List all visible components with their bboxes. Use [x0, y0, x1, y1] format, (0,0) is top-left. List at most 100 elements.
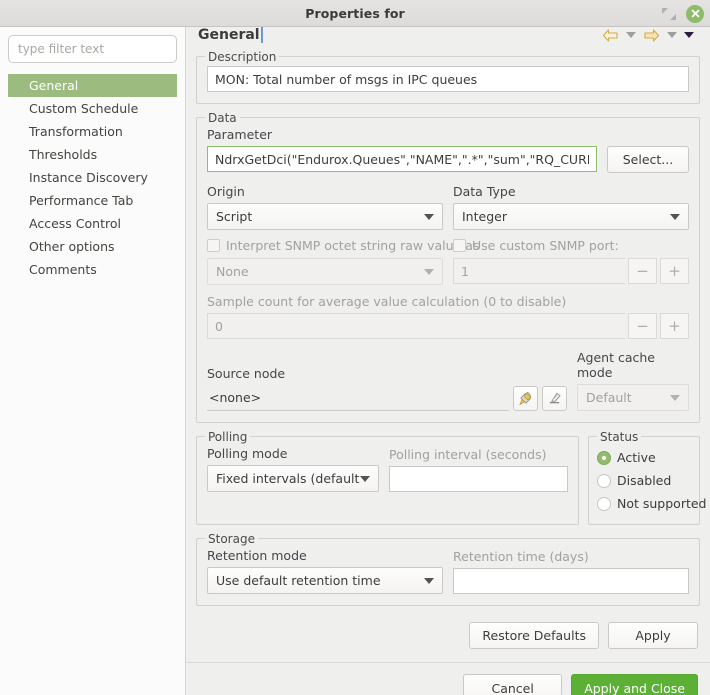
- back-arrow-icon[interactable]: [602, 28, 619, 43]
- status-group: Status Active Disabled Not supported: [588, 436, 700, 525]
- settings-tree: General Custom Schedule Transformation T…: [8, 74, 177, 281]
- origin-label: Origin: [207, 184, 443, 199]
- storage-group-title: Storage: [205, 532, 258, 546]
- pane-header: General: [196, 27, 700, 43]
- agent-cache-mode-label: Agent cache mode: [577, 350, 689, 380]
- cancel-button[interactable]: Cancel: [463, 674, 562, 695]
- snmp-port-checkbox-row[interactable]: Use custom SNMP port:: [453, 238, 689, 253]
- polling-mode-label: Polling mode: [207, 446, 379, 461]
- apply-button[interactable]: Apply: [608, 622, 698, 649]
- settings-sidebar: General Custom Schedule Transformation T…: [0, 27, 186, 695]
- close-icon[interactable]: [686, 5, 704, 23]
- snmp-port-input: [453, 258, 625, 284]
- data-type-select[interactable]: Integer: [453, 203, 689, 230]
- origin-select[interactable]: Script: [207, 203, 443, 230]
- filter-input[interactable]: [8, 35, 177, 63]
- retention-mode-value: Use default retention time: [216, 573, 424, 588]
- window-titlebar: Properties for: [0, 0, 710, 27]
- form-action-buttons: Restore Defaults Apply: [196, 622, 700, 649]
- minus-icon: −: [628, 258, 657, 284]
- data-type-label: Data Type: [453, 184, 689, 199]
- view-menu-chevron-down-icon[interactable]: [684, 32, 694, 38]
- sidebar-item-instance-discovery[interactable]: Instance Discovery: [8, 166, 177, 189]
- status-group-title: Status: [597, 430, 641, 444]
- status-option-not-supported[interactable]: Not supported: [597, 492, 693, 515]
- storage-group: Storage Retention mode Use default reten…: [196, 538, 700, 606]
- status-not-supported-label: Not supported: [617, 496, 707, 511]
- snmp-octet-label: Interpret SNMP octet string raw value as: [226, 238, 479, 253]
- data-group: Data Parameter Select... Origin Script D…: [196, 117, 700, 423]
- sidebar-item-performance-tab[interactable]: Performance Tab: [8, 189, 177, 212]
- chevron-down-icon: [360, 476, 370, 482]
- window-title: Properties for: [305, 6, 405, 21]
- source-node-label: Source node: [207, 366, 567, 381]
- forward-arrow-icon[interactable]: [643, 28, 660, 43]
- back-history-chevron-down-icon[interactable]: [626, 32, 636, 38]
- polling-mode-value: Fixed intervals (default): [216, 471, 360, 486]
- pick-node-icon[interactable]: [513, 386, 538, 411]
- snmp-octet-checkbox-row[interactable]: Interpret SNMP octet string raw value as: [207, 238, 443, 253]
- window-controls: [662, 0, 704, 27]
- agent-cache-mode-select: Default: [577, 384, 689, 411]
- sidebar-item-other-options[interactable]: Other options: [8, 235, 177, 258]
- status-option-active[interactable]: Active: [597, 446, 693, 469]
- radio-active[interactable]: [597, 451, 611, 465]
- status-active-label: Active: [617, 450, 656, 465]
- eraser-icon[interactable]: [542, 386, 567, 411]
- snmp-octet-select: None: [207, 258, 443, 285]
- retention-time-input[interactable]: [453, 568, 689, 594]
- radio-not-supported[interactable]: [597, 497, 611, 511]
- plus-icon: +: [660, 313, 689, 339]
- sidebar-item-transformation[interactable]: Transformation: [8, 120, 177, 143]
- polling-group: Polling Polling mode Fixed intervals (de…: [196, 436, 579, 525]
- chevron-down-icon: [424, 269, 434, 275]
- general-settings-pane: General Description Data Parameter: [186, 27, 710, 695]
- description-input[interactable]: [207, 66, 689, 92]
- plus-icon: +: [660, 258, 689, 284]
- parameter-input[interactable]: [207, 146, 597, 172]
- data-group-title: Data: [205, 111, 240, 125]
- chevron-down-icon: [670, 214, 680, 220]
- description-group: Description: [196, 56, 700, 104]
- retention-mode-select[interactable]: Use default retention time: [207, 567, 443, 594]
- agent-cache-mode-value: Default: [586, 390, 670, 405]
- sample-count-label: Sample count for average value calculati…: [207, 294, 689, 309]
- sample-count-input: [207, 313, 625, 339]
- snmp-port-checkbox[interactable]: [453, 239, 466, 252]
- dialog-body: General Custom Schedule Transformation T…: [0, 27, 710, 695]
- polling-interval-input[interactable]: [389, 466, 568, 492]
- snmp-octet-value: None: [216, 264, 424, 279]
- sidebar-item-access-control[interactable]: Access Control: [8, 212, 177, 235]
- sidebar-item-general[interactable]: General: [8, 74, 177, 97]
- maximize-icon[interactable]: [662, 7, 676, 21]
- origin-value: Script: [216, 209, 424, 224]
- select-parameter-button[interactable]: Select...: [607, 146, 689, 173]
- status-option-disabled[interactable]: Disabled: [597, 469, 693, 492]
- source-node-input[interactable]: [207, 385, 509, 411]
- sidebar-item-custom-schedule[interactable]: Custom Schedule: [8, 97, 177, 120]
- sample-count-stepper[interactable]: − +: [207, 313, 689, 339]
- snmp-octet-checkbox[interactable]: [207, 239, 220, 252]
- apply-and-close-button[interactable]: Apply and Close: [571, 674, 698, 695]
- status-disabled-label: Disabled: [617, 473, 671, 488]
- minus-icon: −: [628, 313, 657, 339]
- retention-mode-label: Retention mode: [207, 548, 443, 563]
- parameter-label: Parameter: [207, 127, 689, 142]
- dialog-footer-buttons: Cancel Apply and Close: [196, 663, 700, 695]
- chevron-down-icon: [424, 578, 434, 584]
- data-type-value: Integer: [462, 209, 670, 224]
- polling-group-title: Polling: [205, 430, 250, 444]
- page-title: General: [198, 27, 263, 43]
- radio-disabled[interactable]: [597, 474, 611, 488]
- restore-defaults-button[interactable]: Restore Defaults: [469, 622, 599, 649]
- polling-mode-select[interactable]: Fixed intervals (default): [207, 465, 379, 492]
- chevron-down-icon: [424, 214, 434, 220]
- chevron-down-icon: [670, 395, 680, 401]
- snmp-port-stepper[interactable]: − +: [453, 258, 689, 284]
- pane-navigation: [602, 28, 698, 43]
- forward-history-chevron-down-icon[interactable]: [667, 32, 677, 38]
- snmp-port-label: Use custom SNMP port:: [472, 238, 619, 253]
- sidebar-item-thresholds[interactable]: Thresholds: [8, 143, 177, 166]
- retention-time-label: Retention time (days): [453, 549, 689, 564]
- sidebar-item-comments[interactable]: Comments: [8, 258, 177, 281]
